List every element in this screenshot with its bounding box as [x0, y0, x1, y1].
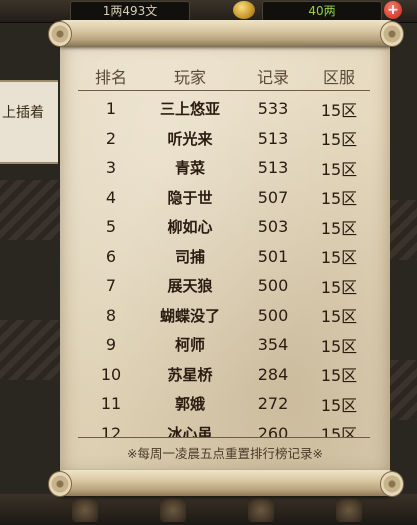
record-cell: 284 — [257, 364, 289, 384]
player-name-cell: 青菜 — [174, 159, 205, 177]
rank-cell: 8 — [105, 305, 117, 325]
player-name-cell: 展天狼 — [167, 277, 213, 295]
reset-notice: ※每周一凌晨五点重置排行榜记录※ — [127, 446, 323, 461]
record-cell: 500 — [257, 305, 289, 325]
gold-ingot-icon — [233, 1, 255, 19]
player-name-cell: 苏星桥 — [167, 365, 213, 384]
player-name-cell: 柳如心 — [167, 218, 213, 236]
record-cell: 513 — [257, 128, 289, 148]
rank-cell: 1 — [105, 99, 117, 118]
tael-display: 40两 — [262, 1, 382, 22]
left-message-panel: 上插着 — [0, 80, 58, 164]
header-zone: 区服 — [322, 67, 355, 87]
zone-cell: 15区 — [320, 218, 358, 238]
player-name-cell: 三上悠亚 — [159, 100, 220, 118]
player-name-cell: 柯师 — [174, 336, 205, 354]
rank-cell: 9 — [105, 335, 117, 354]
ranking-row[interactable]: 2 听光来 513 15区 — [80, 124, 370, 153]
ranking-list[interactable]: 1 三上悠亚 533 15区 2 听光来 513 15区 3 青菜 513 15区 4 隐于世 507 15区… — [60, 93, 390, 438]
menu-icon-4[interactable] — [336, 498, 362, 522]
ranking-row[interactable]: 6 司捕 501 15区 — [80, 242, 370, 271]
ranking-row[interactable]: 3 青菜 513 15区 — [80, 153, 370, 182]
player-name-cell: 郭娥 — [174, 395, 205, 413]
rank-cell: 6 — [105, 246, 117, 266]
rank-cell: 2 — [105, 128, 117, 148]
header-record: 记录 — [256, 67, 289, 87]
footer-divider — [78, 437, 370, 438]
rank-cell: 5 — [105, 217, 117, 236]
record-cell: 513 — [257, 158, 289, 177]
add-currency-button[interactable]: + — [384, 1, 402, 19]
player-name-cell: 听光来 — [167, 129, 213, 148]
player-name-cell: 司捕 — [174, 247, 205, 266]
zone-cell: 15区 — [320, 425, 358, 438]
zone-cell: 15区 — [320, 395, 358, 415]
building-roof-left — [0, 180, 60, 240]
ranking-row[interactable]: 4 隐于世 507 15区 — [80, 183, 370, 212]
rank-cell: 7 — [105, 276, 117, 295]
rank-cell: 12 — [100, 423, 122, 439]
header-divider — [78, 90, 370, 91]
rank-cell: 10 — [100, 364, 122, 384]
rank-cell: 3 — [105, 158, 117, 177]
scroll-knob-icon — [48, 21, 72, 47]
left-message-text: 上插着 — [2, 105, 44, 121]
record-cell: 533 — [257, 99, 289, 118]
ranking-row[interactable]: 9 柯师 354 15区 — [80, 330, 370, 359]
scroll-knob-icon — [48, 471, 72, 497]
ranking-row[interactable]: 1 三上悠亚 533 15区 — [80, 94, 370, 123]
zone-cell: 15区 — [320, 159, 358, 179]
scroll-rod-bottom — [48, 470, 404, 497]
ranking-row[interactable]: 8 蝴蝶没了 500 15区 — [80, 301, 370, 330]
ranking-row[interactable]: 10 苏星桥 284 15区 — [80, 360, 370, 389]
rank-cell: 4 — [105, 187, 117, 207]
zone-cell: 15区 — [320, 189, 358, 208]
ranking-row[interactable]: 7 展天狼 500 15区 — [80, 271, 370, 300]
record-cell: 354 — [257, 335, 289, 354]
scroll-knob-icon — [380, 471, 404, 497]
rank-cell: 11 — [100, 394, 122, 413]
player-name-cell: 冰心虽 — [167, 424, 213, 439]
record-cell: 272 — [257, 394, 289, 413]
money-display: 1两493文 — [70, 1, 190, 22]
ranking-header: 排名 玩家 记录 区服 — [80, 61, 370, 90]
record-cell: 501 — [257, 246, 289, 266]
header-player: 玩家 — [173, 67, 206, 87]
menu-icon-2[interactable] — [160, 498, 186, 522]
zone-cell: 15区 — [320, 277, 358, 297]
scroll-knob-icon — [380, 21, 404, 47]
menu-icon-1[interactable] — [72, 498, 98, 522]
record-cell: 503 — [257, 217, 289, 236]
player-name-cell: 蝴蝶没了 — [159, 306, 220, 325]
zone-cell: 15区 — [320, 336, 358, 356]
ranking-row[interactable]: 5 柳如心 503 15区 — [80, 212, 370, 241]
record-cell: 507 — [257, 187, 289, 207]
building-roof-left-lower — [0, 320, 60, 380]
ranking-row[interactable]: 11 郭娥 272 15区 — [80, 389, 370, 418]
record-cell: 260 — [257, 423, 289, 439]
record-cell: 500 — [257, 276, 289, 295]
zone-cell: 15区 — [320, 307, 358, 326]
header-rank: 排名 — [94, 67, 127, 87]
player-name-cell: 隐于世 — [167, 188, 213, 207]
ranking-row[interactable]: 12 冰心虽 260 15区 — [80, 419, 370, 439]
zone-cell: 15区 — [320, 100, 358, 120]
scroll-rod-top — [48, 20, 404, 47]
zone-cell: 15区 — [320, 366, 358, 385]
zone-cell: 15区 — [320, 130, 358, 149]
zone-cell: 15区 — [320, 248, 358, 267]
menu-icon-3[interactable] — [248, 498, 274, 522]
